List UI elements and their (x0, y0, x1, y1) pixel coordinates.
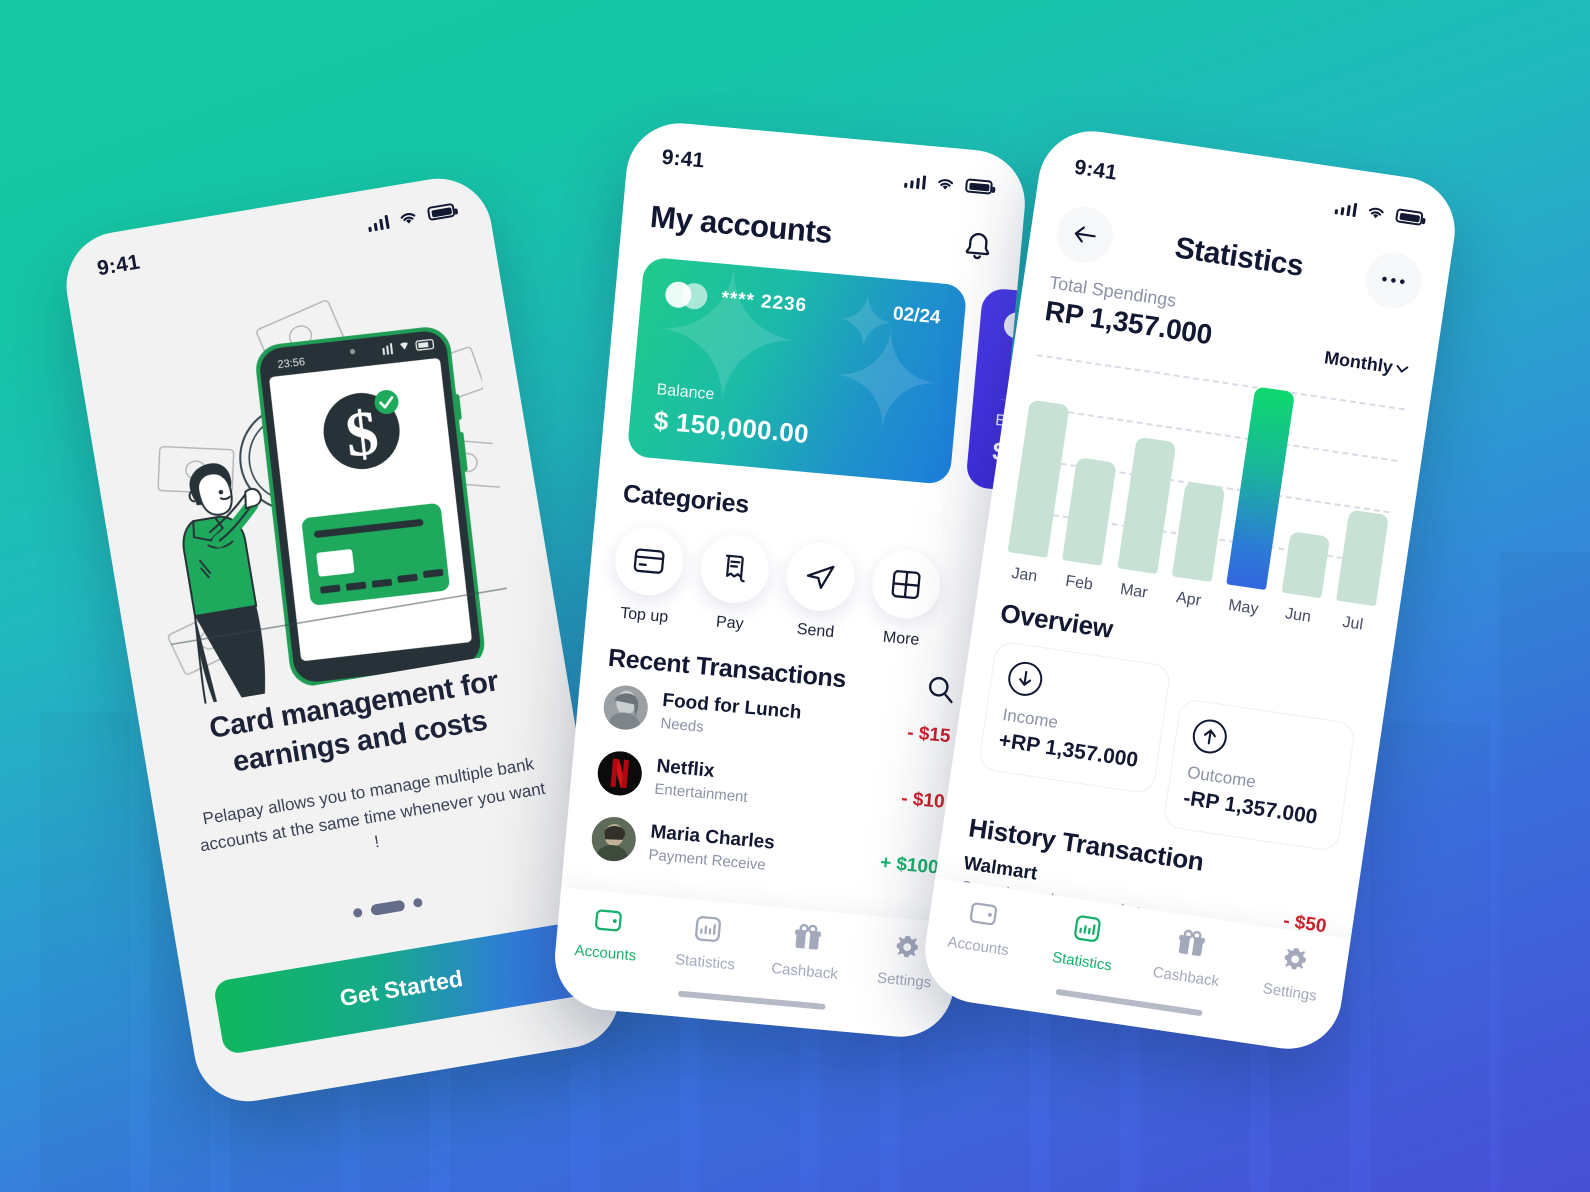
tab-accounts[interactable]: Accounts (555, 901, 660, 966)
battery-icon (426, 202, 456, 222)
chevron-down-icon (1396, 364, 1409, 373)
onboarding-illustration: $ 23:56 (73, 257, 563, 722)
bank-cards-carousel[interactable]: **** 2236 02/24 Balance $ 150,000.00 (601, 232, 1030, 504)
tab-label: Statistics (674, 951, 736, 974)
battery-icon (1394, 208, 1424, 226)
tab-statistics[interactable]: Statistics (1029, 907, 1141, 978)
period-selector[interactable]: Monthly (1323, 347, 1410, 380)
outcome-card[interactable]: Outcome -RP 1,357.000 (1162, 697, 1357, 853)
tab-label: Cashback (770, 959, 839, 983)
status-time: 9:41 (1072, 155, 1119, 185)
receipt-icon (725, 554, 745, 583)
transaction-amount: - $15 (906, 722, 952, 748)
signal-bars-icon (366, 213, 390, 232)
tab-cashback[interactable]: Cashback (754, 920, 859, 985)
wallet-icon (595, 909, 622, 932)
pager-dot-active[interactable] (370, 899, 406, 916)
home-indicator (1055, 988, 1203, 1017)
card-expiry: 02/24 (892, 303, 942, 329)
category-pay[interactable]: Pay (695, 532, 772, 636)
wifi-icon (400, 212, 416, 224)
gear-icon (896, 935, 918, 958)
gift-icon (795, 923, 822, 950)
bank-card-teal[interactable]: **** 2236 02/24 Balance $ 150,000.00 (626, 256, 968, 486)
wallet-icon (969, 902, 997, 926)
notification-bell-icon[interactable] (962, 229, 995, 264)
status-time: 9:41 (660, 145, 706, 173)
battery-icon (964, 178, 994, 195)
tab-label: Accounts (573, 942, 637, 965)
chart-icon (695, 916, 721, 942)
signal-bars-icon (1334, 199, 1358, 217)
signal-bars-icon (903, 172, 927, 190)
pager-dot[interactable] (412, 897, 424, 908)
back-button[interactable] (1052, 203, 1117, 267)
mastercard-icon (664, 280, 709, 311)
pager-dot[interactable] (352, 907, 363, 918)
transaction-amount: + $100 (879, 852, 940, 879)
tab-label: Accounts (946, 933, 1010, 960)
search-icon[interactable] (926, 673, 956, 703)
gear-icon (1284, 948, 1306, 970)
status-time: 9:41 (95, 250, 142, 281)
page-title: Statistics (1172, 231, 1306, 283)
tab-label: Statistics (1051, 948, 1113, 975)
tab-statistics[interactable]: Statistics (654, 911, 759, 976)
paper-plane-icon (806, 565, 835, 589)
get-started-button[interactable]: Get Started (212, 921, 590, 1056)
category-send[interactable]: Send (781, 539, 858, 644)
tab-accounts[interactable]: Accounts (925, 892, 1037, 963)
back-arrow-icon (1074, 226, 1096, 243)
category-more[interactable]: More (866, 547, 944, 652)
spendings-bar-chart (1007, 346, 1406, 607)
category-top-up[interactable]: Top up (609, 524, 687, 628)
arrow-up-circle-icon (1190, 717, 1230, 756)
more-options-button[interactable] (1361, 248, 1426, 313)
credit-card-icon (633, 548, 665, 574)
tab-settings[interactable]: Settings (1237, 938, 1349, 1009)
person-photo-avatar (589, 815, 638, 863)
transactions-list: Food for Lunch Needs - $15 Netflix Enter… (563, 670, 979, 903)
arrow-down-circle-icon (1005, 659, 1045, 699)
tab-label: Settings (1261, 980, 1318, 1005)
chart-bars (1007, 346, 1406, 607)
chart-bar-jul (1336, 395, 1406, 607)
transaction-amount: - $10 (900, 788, 946, 813)
wifi-icon (938, 178, 954, 190)
chart-icon (1073, 915, 1101, 942)
period-label: Monthly (1322, 347, 1395, 378)
home-indicator (677, 990, 826, 1010)
grid-icon (891, 570, 921, 600)
tab-label: Cashback (1151, 963, 1221, 991)
income-card[interactable]: Income +RP 1,357.000 (977, 640, 1172, 795)
wifi-icon (1369, 207, 1384, 218)
phone-onboarding: 9:41 23:56 $ Card management for earning… (58, 170, 628, 1110)
more-dots-icon (1382, 276, 1405, 285)
netflix-logo-avatar (595, 749, 644, 798)
woman-photo-avatar (601, 683, 650, 732)
gift-icon (1178, 929, 1205, 956)
tab-cashback[interactable]: Cashback (1133, 922, 1245, 993)
